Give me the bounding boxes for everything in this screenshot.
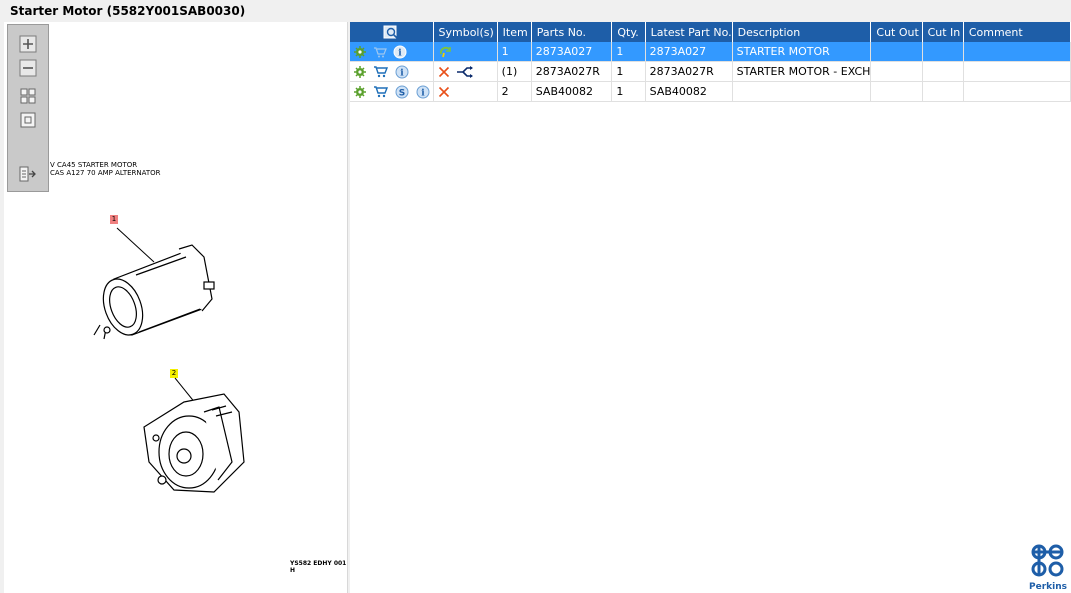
cell-cut-in <box>922 42 964 62</box>
cell-item: 1 <box>497 42 532 62</box>
header-parts-no[interactable]: Parts No. <box>531 22 613 42</box>
fit-all-button[interactable] <box>19 87 37 105</box>
svg-text:S: S <box>399 88 405 98</box>
fit-window-button[interactable] <box>19 111 37 129</box>
split-arrow-icon[interactable] <box>456 65 474 79</box>
cell-cut-out <box>870 81 923 102</box>
title-bar: Starter Motor (5582Y001SAB0030) <box>0 0 1071 22</box>
perkins-emblem-icon <box>1031 544 1064 577</box>
window-title: Starter Motor (5582Y001SAB0030) <box>10 4 246 18</box>
cell-qty: 1 <box>611 61 646 82</box>
cell-latest-part-no: SAB40082 <box>645 81 733 102</box>
s-badge-icon[interactable]: S <box>395 85 409 99</box>
cell-parts-no: 2873A027 <box>531 42 613 62</box>
export-button[interactable] <box>19 165 37 183</box>
header-symbols[interactable]: Symbol(s) <box>433 22 498 42</box>
cell-comment <box>963 81 1071 102</box>
table-header-row: Symbol(s) Item Parts No. Qty. Latest Par… <box>350 22 1071 42</box>
row-actions: S i <box>350 81 434 102</box>
zoom-in-button[interactable] <box>19 35 37 53</box>
parts-table: Symbol(s) Item Parts No. Qty. Latest Par… <box>350 22 1071 102</box>
cell-description: STARTER MOTOR <box>732 42 872 62</box>
cell-cut-out <box>870 42 923 62</box>
header-description[interactable]: Description <box>732 22 872 42</box>
cell-cut-out <box>870 61 923 82</box>
row-symbols <box>433 61 498 82</box>
row-symbols <box>433 42 498 62</box>
cross-icon[interactable] <box>438 66 450 78</box>
zoom-out-icon <box>19 59 37 77</box>
header-latest-part-no[interactable]: Latest Part No. <box>645 22 733 42</box>
cell-qty: 1 <box>611 42 646 62</box>
header-comment[interactable]: Comment <box>963 22 1071 42</box>
starter-motor-drawing[interactable] <box>64 217 224 347</box>
cell-latest-part-no: 2873A027 <box>645 42 733 62</box>
row-actions: i <box>350 61 434 82</box>
drawing-code: YS582 EDHY 001 H <box>290 560 347 574</box>
cell-cut-in <box>922 61 964 82</box>
header-cut-in[interactable]: Cut In <box>922 22 964 42</box>
row-actions: i <box>350 42 434 62</box>
row-symbols <box>433 81 498 102</box>
fit-window-icon <box>20 112 36 128</box>
svg-text:i: i <box>400 68 404 78</box>
info-icon[interactable]: i <box>395 65 409 79</box>
cell-comment <box>963 42 1071 62</box>
cell-parts-no: 2873A027R <box>531 61 613 82</box>
zoom-in-icon <box>19 35 37 53</box>
search-parts-icon <box>383 25 399 39</box>
header-search-column[interactable] <box>350 22 434 42</box>
cell-parts-no: SAB40082 <box>531 81 613 102</box>
parts-list-pane: Symbol(s) Item Parts No. Qty. Latest Par… <box>350 22 1071 593</box>
cart-icon[interactable] <box>373 65 389 78</box>
header-cut-out[interactable]: Cut Out <box>870 22 923 42</box>
cell-qty: 1 <box>611 81 646 102</box>
header-qty[interactable]: Qty. <box>611 22 646 42</box>
recycle-icon[interactable] <box>438 45 454 59</box>
cell-item: 2 <box>497 81 532 102</box>
cross-icon[interactable] <box>438 86 450 98</box>
svg-text:i: i <box>421 88 425 98</box>
gear-icon[interactable] <box>354 45 366 58</box>
table-row[interactable]: i 1 2873A027 1 2873A027 STARTER MOTOR <box>350 42 1071 62</box>
gear-icon[interactable] <box>354 85 366 98</box>
fit-all-icon <box>20 88 36 104</box>
gear-icon[interactable] <box>354 65 366 78</box>
alternator-drawing[interactable] <box>134 372 254 502</box>
cell-description: STARTER MOTOR - EXCH <box>732 61 872 82</box>
drawing-pane[interactable]: V CA45 STARTER MOTOR CAS A127 70 AMP ALT… <box>4 22 348 593</box>
drawing-toolbar <box>7 24 49 192</box>
info-icon[interactable]: i <box>416 85 430 99</box>
brand-name: Perkins <box>1029 582 1067 592</box>
zoom-out-button[interactable] <box>19 59 37 77</box>
cart-icon[interactable] <box>373 85 389 98</box>
cell-cut-in <box>922 81 964 102</box>
cell-item: (1) <box>497 61 532 82</box>
table-row[interactable]: S i 2 SAB40082 1 SAB40082 <box>350 81 1071 102</box>
export-icon <box>19 166 36 182</box>
drawing-label-line1: V CA45 STARTER MOTOR <box>50 161 138 169</box>
cell-latest-part-no: 2873A027R <box>645 61 733 82</box>
info-icon[interactable]: i <box>393 45 407 59</box>
cell-description <box>732 81 872 102</box>
cart-icon[interactable] <box>373 46 387 58</box>
drawing-label-line2: CAS A127 70 AMP ALTERNATOR <box>50 169 161 177</box>
svg-text:i: i <box>398 48 402 58</box>
perkins-logo: Perkins <box>1028 543 1068 592</box>
header-item[interactable]: Item <box>497 22 532 42</box>
cell-comment <box>963 61 1071 82</box>
table-row[interactable]: i (1) 2873A027R 1 2873A027R STARTER MOTO… <box>350 61 1071 82</box>
